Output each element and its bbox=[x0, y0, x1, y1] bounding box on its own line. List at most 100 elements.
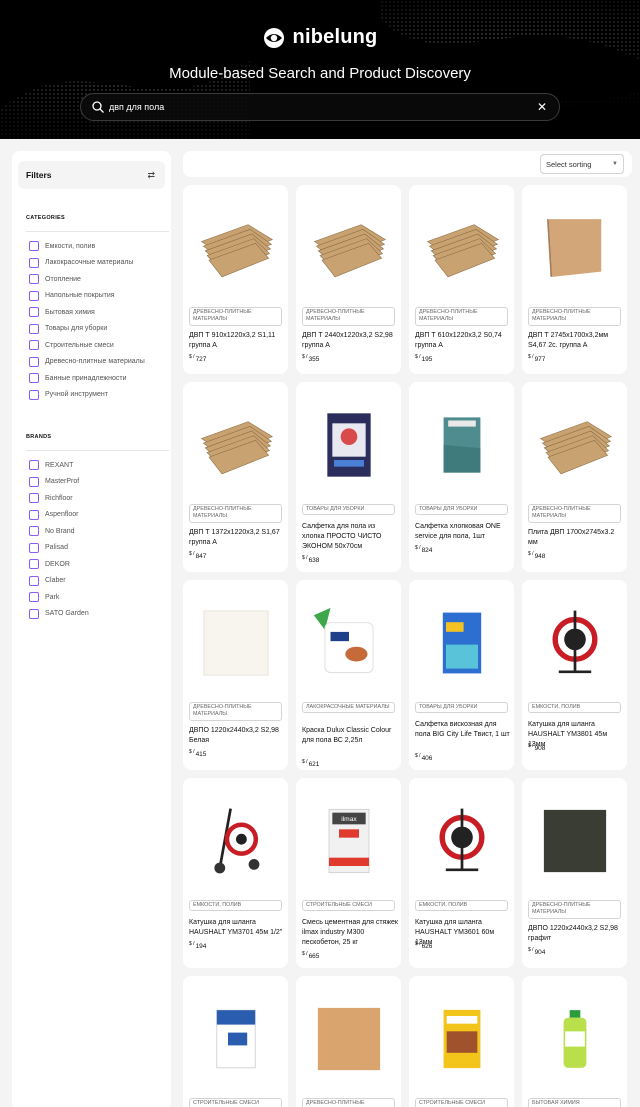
search-bar[interactable]: ✕ bbox=[80, 93, 560, 121]
search-input[interactable] bbox=[109, 102, 535, 112]
brand-option[interactable]: MasterProf bbox=[29, 476, 79, 488]
category-option[interactable]: Банные принадлежности bbox=[29, 372, 126, 384]
wonder-bag-icon[interactable] bbox=[415, 984, 508, 1094]
white-board-icon[interactable] bbox=[189, 588, 282, 698]
fiberboard-stack-icon[interactable] bbox=[189, 193, 282, 303]
checkbox[interactable] bbox=[29, 241, 39, 251]
product-card[interactable]: Емкости, полив Катушка для шланга HAUSHAL… bbox=[409, 778, 514, 968]
checkbox[interactable] bbox=[29, 389, 39, 400]
viscose-cloth-pack-icon[interactable] bbox=[415, 588, 508, 698]
product-name[interactable]: ДВП Т 910х1220х3,2 S1,11 группа А bbox=[189, 331, 285, 351]
product-card[interactable]: Древесно-плитные материалы ДВП Т 1372х122… bbox=[183, 382, 288, 572]
checkbox[interactable] bbox=[29, 493, 39, 503]
brand-option[interactable]: Claber bbox=[29, 575, 66, 587]
product-card[interactable]: Товары для уборки Салфетка вискозная для … bbox=[409, 580, 514, 770]
brand-option[interactable]: Palisad bbox=[29, 542, 68, 554]
category-option[interactable]: Ручной инструмент bbox=[29, 389, 108, 401]
checkbox[interactable] bbox=[29, 274, 39, 284]
fiberboard-stack-icon[interactable] bbox=[415, 193, 508, 303]
fiberboard-sheet-icon[interactable] bbox=[528, 193, 621, 303]
brand-option[interactable]: SATO Garden bbox=[29, 608, 89, 620]
product-name[interactable]: ДВП Т 610х1220х3,2 S0,74 группа А bbox=[415, 331, 511, 351]
checkbox[interactable] bbox=[29, 476, 39, 487]
paint-bucket-icon[interactable] bbox=[302, 588, 395, 698]
brand-option[interactable]: Aspenfloor bbox=[29, 509, 78, 521]
brand-option[interactable]: No Brand bbox=[29, 525, 75, 537]
product-name[interactable]: Салфетка хлопковая ONE service для пола,… bbox=[415, 522, 511, 542]
graphite-board-icon[interactable] bbox=[528, 786, 621, 896]
hose-reel-icon[interactable] bbox=[415, 786, 508, 896]
product-name[interactable]: Плита ДВП 1700х2745х3.2 мм bbox=[528, 528, 624, 548]
product-card[interactable]: Древесно-плитные материалы ДВП Т 910х1220… bbox=[183, 185, 288, 374]
product-name[interactable]: ДВПО 1220х2440х3,2 S2,98 графит bbox=[528, 924, 624, 944]
product-name[interactable]: ДВП Т 2745х1700х3,2мм S4,67 2с. группа А bbox=[528, 331, 624, 351]
product-card[interactable]: Древесно-плитные материалы ДВПО 1220х2440… bbox=[183, 580, 288, 770]
product-card[interactable]: Древесно-плитные материалы ДВПО 1220х2440… bbox=[522, 778, 627, 968]
category-option[interactable]: Товары для уборки bbox=[29, 323, 107, 335]
checkbox[interactable] bbox=[29, 290, 39, 301]
product-card[interactable]: Лакокрасочные материалы Краска Dulux Clas… bbox=[296, 580, 401, 770]
product-name[interactable]: ДВП Т 2440х1220х3,2 S2,98 группа А bbox=[302, 331, 398, 351]
product-name[interactable]: Смесь цементная для стяжек ilmax industr… bbox=[302, 918, 398, 947]
product-name[interactable]: Салфетка вискозная для пола BIG City Lif… bbox=[415, 720, 511, 740]
brand-logo[interactable]: nibelung bbox=[0, 26, 640, 49]
fiberboard-stack-icon[interactable] bbox=[302, 193, 395, 303]
category-option[interactable]: Бытовая химия bbox=[29, 306, 95, 318]
checkbox[interactable] bbox=[29, 542, 39, 553]
checkbox[interactable] bbox=[29, 460, 39, 470]
product-name[interactable]: ДВПО 1220х2440х3,2 S2,98 Белая bbox=[189, 726, 285, 746]
fiberboard-stack-icon[interactable] bbox=[528, 390, 621, 500]
hose-cart-icon[interactable] bbox=[189, 786, 282, 896]
product-card[interactable]: Товары для уборки Салфетка хлопковая ONE … bbox=[409, 382, 514, 572]
checkbox[interactable] bbox=[29, 559, 39, 569]
cleaner-bottle-icon[interactable] bbox=[528, 984, 621, 1094]
wood-panel-icon[interactable] bbox=[302, 984, 395, 1094]
checkbox[interactable] bbox=[29, 323, 39, 334]
product-card[interactable]: Древесно-плитные материалы ДВП Т 610х1220… bbox=[409, 185, 514, 374]
category-option[interactable]: Емкости, полив bbox=[29, 240, 95, 252]
checkbox[interactable] bbox=[29, 575, 39, 586]
sort-select[interactable]: Select sorting ▼ bbox=[540, 154, 624, 174]
product-card[interactable]: Строительные смеси bbox=[183, 976, 288, 1107]
product-card[interactable]: Емкости, полив Катушка для шланга HAUSHAL… bbox=[522, 580, 627, 770]
checkbox[interactable] bbox=[29, 257, 39, 268]
category-option[interactable]: Строительные смеси bbox=[29, 339, 114, 351]
checkbox[interactable] bbox=[29, 356, 39, 367]
product-card[interactable]: Древесно-плитные материалы bbox=[296, 976, 401, 1107]
filters-header[interactable]: Filters ⇄ bbox=[18, 161, 165, 189]
refresh-icon[interactable]: ⇄ bbox=[147, 170, 155, 181]
product-card[interactable]: Емкости, полив Катушка для шланга HAUSHAL… bbox=[183, 778, 288, 968]
brand-option[interactable]: DEKOR bbox=[29, 558, 70, 570]
checkbox[interactable] bbox=[29, 340, 39, 350]
product-card[interactable]: Древесно-плитные материалы Плита ДВП 1700… bbox=[522, 382, 627, 572]
category-option[interactable]: Напольные покрытия bbox=[29, 290, 115, 302]
hose-reel-icon[interactable] bbox=[528, 588, 621, 698]
brand-option[interactable]: Richfloor bbox=[29, 492, 73, 504]
product-card[interactable]: Древесно-плитные материалы ДВП Т 2745х170… bbox=[522, 185, 627, 374]
clear-search-icon[interactable]: ✕ bbox=[535, 100, 549, 114]
cement-bag-icon[interactable]: ilmax bbox=[302, 786, 395, 896]
product-card[interactable]: Древесно-плитные материалы ДВП Т 2440х122… bbox=[296, 185, 401, 374]
product-name[interactable]: Салфетка для пола из хлопка ПРОСТО ЧИСТО… bbox=[302, 522, 398, 551]
checkbox[interactable] bbox=[29, 509, 39, 520]
checkbox[interactable] bbox=[29, 307, 39, 317]
brand-option[interactable]: Park bbox=[29, 591, 59, 603]
brand-option[interactable]: REXANT bbox=[29, 459, 73, 471]
product-card[interactable]: Строительные смеси bbox=[409, 976, 514, 1107]
category-option[interactable]: Лакокрасочные материалы bbox=[29, 257, 133, 269]
checkbox[interactable] bbox=[29, 526, 39, 536]
mix-bag-blue-icon[interactable] bbox=[189, 984, 282, 1094]
product-name[interactable]: Катушка для шланга HAUSHALT YM3701 45м 1… bbox=[189, 918, 285, 938]
checkbox[interactable] bbox=[29, 608, 39, 619]
product-card[interactable]: Бытовая химия bbox=[522, 976, 627, 1107]
product-name[interactable]: Краска Dulux Classic Colour для пола ВС … bbox=[302, 726, 398, 746]
fiberboard-stack-icon[interactable] bbox=[189, 390, 282, 500]
checkbox[interactable] bbox=[29, 373, 39, 383]
cotton-cloth-icon[interactable] bbox=[415, 390, 508, 500]
product-card[interactable]: Товары для уборки Салфетка для пола из хл… bbox=[296, 382, 401, 572]
category-option[interactable]: Отопление bbox=[29, 273, 81, 285]
floor-cloth-pack-icon[interactable] bbox=[302, 390, 395, 500]
product-card[interactable]: ilmax Строительные смеси Смесь цементная д… bbox=[296, 778, 401, 968]
category-option[interactable]: Древесно-плитные материалы bbox=[29, 356, 145, 368]
checkbox[interactable] bbox=[29, 592, 39, 602]
